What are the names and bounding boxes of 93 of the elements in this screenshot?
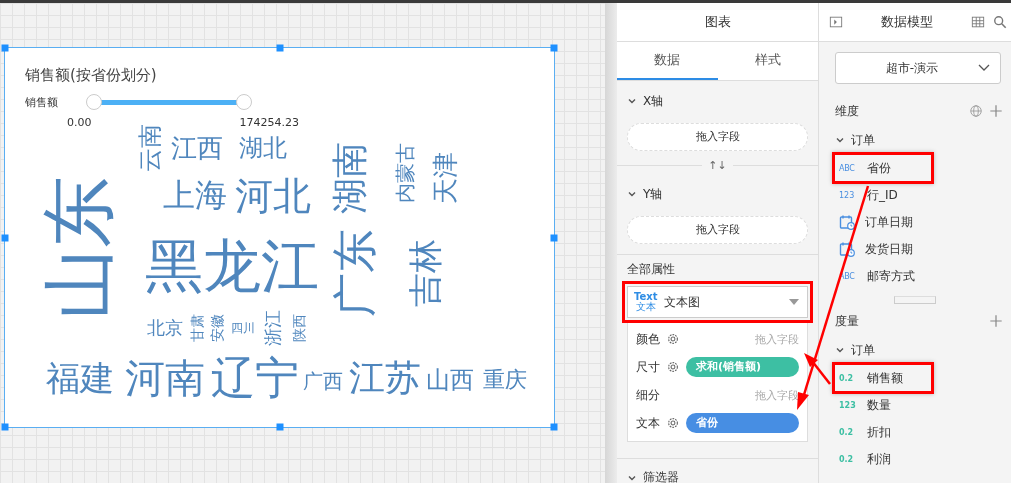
group-label: 订单 <box>851 341 875 359</box>
resize-handle[interactable] <box>1 423 9 431</box>
add-icon[interactable] <box>989 314 1003 328</box>
chevron-icon[interactable] <box>627 96 637 106</box>
resize-handle[interactable] <box>1 44 9 52</box>
field-item[interactable]: ABC 省份 <box>835 155 931 181</box>
cloud-word: 安徽 <box>210 314 224 342</box>
type-label: 123 <box>839 400 857 410</box>
vertical-scrollbar[interactable] <box>605 3 617 483</box>
cloud-word: 广西 <box>303 371 343 391</box>
splitter-handle[interactable] <box>894 296 936 304</box>
group-label: 订单 <box>851 131 875 149</box>
cloud-word: 江西 <box>171 135 223 161</box>
resize-handle[interactable] <box>550 44 558 52</box>
cloud-word: 陕西 <box>292 314 306 342</box>
cloud-word: 天津 <box>432 152 458 204</box>
resize-handle[interactable] <box>276 423 283 431</box>
chevron-icon[interactable] <box>978 64 991 72</box>
cloud-word: 吉林 <box>408 239 442 307</box>
cloud-word: 山西 <box>426 368 474 392</box>
property-label: 细分 <box>636 386 661 404</box>
panel-title: 图表 <box>617 3 818 42</box>
cloud-word: 重庆 <box>483 369 527 391</box>
chevron-icon[interactable] <box>627 189 637 199</box>
property-label: 颜色 <box>636 330 661 348</box>
property-label: 文本 <box>636 414 661 432</box>
drop-zone[interactable]: 拖入字段 <box>627 216 808 244</box>
cloud-word: 福建 <box>46 361 114 395</box>
drop-zone[interactable]: 拖入字段 <box>627 123 808 151</box>
field-item[interactable]: 123 数量 <box>835 392 931 418</box>
cloud-word: 浙江 <box>264 310 282 346</box>
section-label: 全部属性 <box>627 261 676 278</box>
field-item[interactable]: 0.2 折扣 <box>835 419 931 445</box>
caret-icon <box>789 299 799 305</box>
field-item[interactable]: 0.2 利润 <box>835 446 931 472</box>
type-label: 0.2 <box>839 373 855 383</box>
panel-title: 数据模型 <box>880 13 934 31</box>
settings-icon[interactable] <box>666 416 680 430</box>
calendar-icon <box>839 214 855 230</box>
tab[interactable]: 数据 <box>617 42 718 80</box>
add-icon[interactable] <box>989 104 1003 118</box>
cloud-word: 辽宁 <box>211 356 299 400</box>
resize-handle[interactable] <box>1 234 9 241</box>
chevron-icon[interactable] <box>835 135 845 145</box>
field-item[interactable]: 订单日期 <box>835 209 931 235</box>
field-item[interactable]: 发货日期 <box>835 236 931 262</box>
field-item[interactable]: 123 行_ID <box>835 182 931 208</box>
calendar-icon <box>839 241 855 257</box>
settings-icon[interactable] <box>666 332 680 346</box>
cloud-word: 广东 <box>333 229 377 317</box>
cloud-word: 河北 <box>235 177 311 215</box>
type-label: 123 <box>839 190 856 200</box>
type-label: 0.2 <box>839 427 855 437</box>
section-label: Y轴 <box>643 185 663 203</box>
cloud-word: 内蒙古 <box>395 143 415 203</box>
section-label: 筛选器 <box>643 469 679 483</box>
slider-thumb[interactable] <box>86 94 102 110</box>
globe-icon[interactable] <box>969 104 983 118</box>
cloud-word: 山东 <box>43 176 115 320</box>
cloud-word: 河南 <box>125 358 205 398</box>
section-label: X轴 <box>643 92 664 110</box>
chart-title: 销售额(按省份划分) <box>25 66 157 85</box>
cloud-word: 四川 <box>231 322 255 334</box>
resize-handle[interactable] <box>276 44 283 52</box>
range-slider[interactable] <box>86 94 252 110</box>
slider-max-value: 174254.23 <box>239 116 299 129</box>
panel-toggle-icon[interactable] <box>829 15 843 29</box>
section-label: 度量 <box>835 312 859 330</box>
dataset-dropdown[interactable]: 超市-演示 <box>835 52 1001 84</box>
field-item[interactable]: 0.2 销售额 <box>835 365 931 391</box>
cloud-word: 湖南 <box>332 142 368 214</box>
search-icon[interactable] <box>993 15 1007 29</box>
section-label: 维度 <box>835 102 859 120</box>
resize-handle[interactable] <box>550 423 558 431</box>
cloud-word: 甘肃 <box>190 314 204 342</box>
settings-icon[interactable] <box>666 360 680 374</box>
type-label: 0.2 <box>839 454 855 464</box>
text-chart-icon: Text 文本 <box>634 292 658 312</box>
slider-label: 销售额 <box>25 94 58 110</box>
cloud-word: 江苏 <box>349 360 421 396</box>
type-label: ABC <box>839 163 856 173</box>
cloud-word: 云南 <box>138 124 162 172</box>
cloud-word: 上海 <box>163 179 227 211</box>
table-icon[interactable] <box>971 15 985 29</box>
cloud-word: 北京 <box>147 319 183 337</box>
slider-thumb[interactable] <box>236 94 252 110</box>
cloud-word: 湖北 <box>239 136 287 160</box>
resize-handle[interactable] <box>550 234 558 241</box>
property-label: 尺寸 <box>636 358 661 376</box>
chevron-icon[interactable] <box>835 345 845 355</box>
tab[interactable]: 样式 <box>717 42 818 80</box>
slider-min-value: 0.00 <box>67 116 92 129</box>
cloud-word: 黑龙江 <box>145 237 319 295</box>
